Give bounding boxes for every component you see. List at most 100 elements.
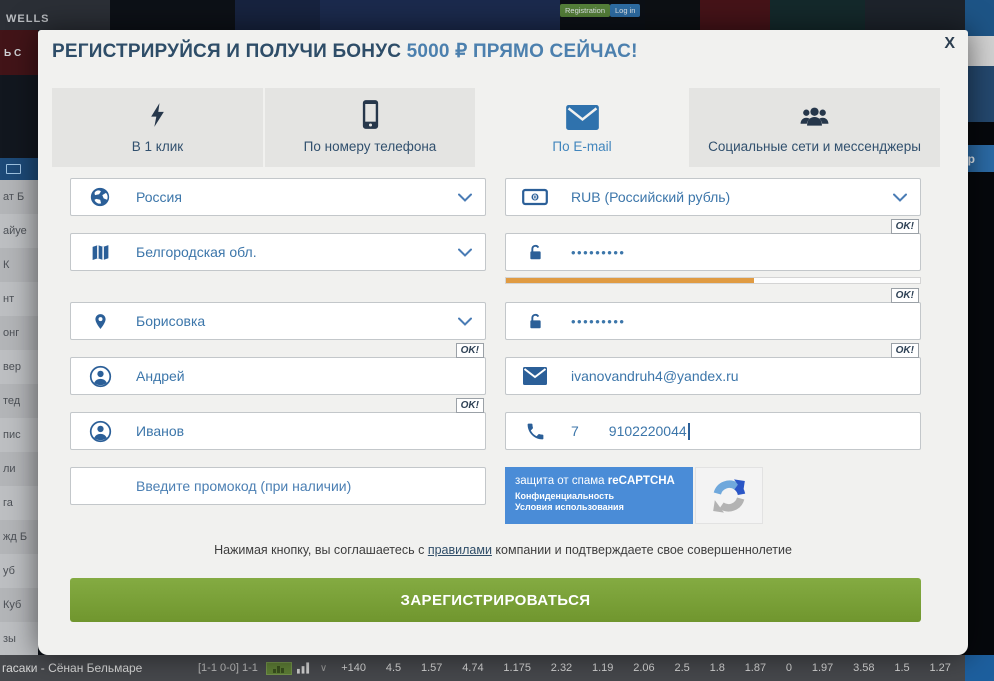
odds-value: 1.5 [894,662,909,674]
banner-image-block [645,0,700,30]
phone-input[interactable]: 7 9102220044 [505,412,921,450]
chevron-down-icon [458,193,472,202]
recaptcha-title: защита от спама reCAPTCHA [515,475,693,487]
email-input[interactable]: OK! ivanovandruh4@yandex.ru [505,357,921,395]
rules-link[interactable]: правилами [428,543,492,557]
left-red-banner-fragment: Ь С [0,30,38,75]
banner-image-block [110,0,235,30]
odds-value: 1.8 [710,662,725,674]
country-select[interactable]: Россия [70,178,486,216]
recaptcha-terms-link[interactable]: Условия использования [515,502,624,512]
register-submit-button[interactable]: ЗАРЕГИСТРИРОВАТЬСЯ [70,578,921,622]
smartphone-icon [360,98,381,130]
banner-image-block [965,0,994,30]
banner-image-block [235,0,320,30]
promo-code-input[interactable]: Введите промокод (при наличии) [70,467,486,505]
banner-image-block [320,0,560,30]
sidebar-menu-item-fragment: ат Б [0,180,38,214]
sidebar-menu-item-fragment: онг [0,316,38,350]
user-icon [87,365,113,388]
recaptcha-widget[interactable]: защита от спама reCAPTCHA Конфиденциальн… [505,467,763,524]
region-select[interactable]: Белгородская обл. [70,233,486,271]
odds-value: 1.27 [929,662,950,674]
close-icon[interactable]: X [940,31,959,57]
last-name-input[interactable]: OK! Иванов [70,412,486,450]
odds-value: 1.97 [812,662,833,674]
password-strength-bar [505,277,921,284]
ok-badge: OK! [891,343,919,358]
phone-icon [522,421,548,442]
odds-value: 1.19 [592,662,613,674]
sidebar-menu-item-fragment: айуе [0,214,38,248]
sidebar-menu-item-fragment: пис [0,418,38,452]
odds-value: 3.58 [853,662,874,674]
phone-number-value: 9102220044 [609,423,687,439]
recaptcha-privacy-link[interactable]: Конфиденциальность [515,491,614,501]
odds-value: 1.57 [421,662,442,674]
ok-badge: OK! [456,343,484,358]
tab-by-phone[interactable]: По номеру телефона [265,88,475,167]
ok-badge: OK! [891,219,919,234]
password-repeat-value: ••••••••• [571,314,625,329]
email-value: ivanovandruh4@yandex.ru [571,368,739,384]
first-name-input[interactable]: OK! Андрей [70,357,486,395]
agreement-prefix: Нажимая кнопку, вы соглашаетесь с [214,543,428,557]
password-value: ••••••••• [571,245,625,260]
password-input[interactable]: OK! ••••••••• [505,233,921,271]
background-top-banner [0,0,994,30]
registration-button[interactable]: Registration [560,4,610,17]
recaptcha-links: Конфиденциальность Условия использования [515,491,655,512]
tab-by-email[interactable]: По E-mail [477,88,687,167]
odds-value: 2.5 [674,662,689,674]
live-badge [266,662,292,675]
banknote-icon: 0 [522,187,548,207]
sidebar-menu-item-fragment: тед [0,384,38,418]
odds-value: 1.87 [745,662,766,674]
odds-value: 1.175 [503,662,531,674]
phone-country-code: 7 [571,423,579,439]
odds-values: +1404.51.574.741.1752.321.192.062.51.81.… [333,662,965,674]
recaptcha-title-bold: reCAPTCHA [608,475,675,487]
lock-open-icon [522,310,548,333]
pin-icon [87,310,113,333]
modal-title: РЕГИСТРИРУЙСЯ И ПОЛУЧИ БОНУС 5000 ₽ ПРЯМ… [52,40,638,63]
city-select[interactable]: Борисовка [70,302,486,340]
sidebar-menu-item-fragment: Куб [0,588,38,622]
lock-open-icon [522,241,548,264]
brand-text-fragment: WELLS [6,13,50,25]
login-button[interactable]: Log in [610,4,640,17]
odds-value: 0 [786,662,792,674]
agreement-suffix: компании и подтверждаете свое совершенно… [492,543,792,557]
envelope-icon [566,98,599,130]
tab-social-networks[interactable]: Социальные сети и мессенджеры [689,88,940,167]
password-repeat-input[interactable]: OK! ••••••••• [505,302,921,340]
chevron-down-icon [458,317,472,326]
chevron-down-icon [893,193,907,202]
bottom-right-blue-block [965,655,994,681]
chevron-down-icon [458,248,472,257]
tab-label: По номеру телефона [304,139,437,154]
chevron-down-icon: ∨ [320,663,327,674]
svg-text:0: 0 [533,193,537,202]
sidebar-menu-item-fragment: вер [0,350,38,384]
banner-image-block [700,0,770,30]
odds-value: 2.32 [551,662,572,674]
sidebar-menu-item-fragment: зы [0,622,38,655]
currency-select[interactable]: 0 RUB (Российский рубль) [505,178,921,216]
ok-badge: OK! [456,398,484,413]
tab-one-click[interactable]: В 1 клик [52,88,263,167]
odds-value: 4.5 [386,662,401,674]
registration-tabs: В 1 клик По номеру телефона По E-mail Со… [52,88,940,167]
tab-label: В 1 клик [132,139,183,154]
match-name: гасаки - Сёнан Бельмаре [0,661,198,675]
sidebar-menu-item-fragment: нт [0,282,38,316]
sidebar-menu-item-fragment: га [0,486,38,520]
odds-value: +140 [341,662,366,674]
country-value: Россия [136,189,182,205]
tab-label: По E-mail [552,139,611,154]
background-bottom-odds-row: гасаки - Сёнан Бельмаре [1-1 0-0] 1-1 ∨ … [0,655,994,681]
stats-bars-icon [297,662,310,674]
match-score: [1-1 0-0] 1-1 [198,662,258,674]
banner-image-block [865,0,965,30]
currency-value: RUB (Российский рубль) [571,189,730,205]
